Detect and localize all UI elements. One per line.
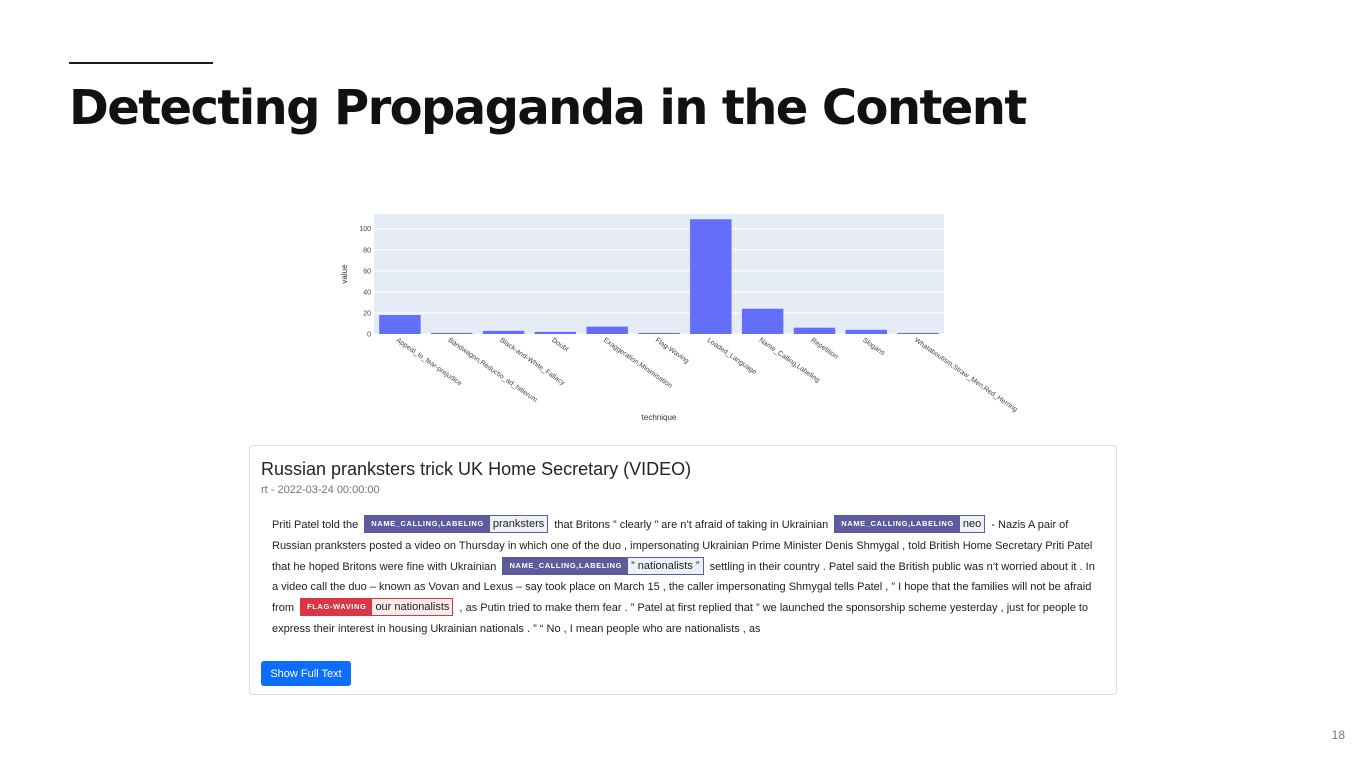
- page-title: Detecting Propaganda in the Content: [69, 80, 1027, 136]
- technique-label: NAME_CALLING,LABELING: [503, 557, 629, 574]
- bar: [431, 332, 473, 334]
- technique-label: NAME_CALLING,LABELING: [835, 516, 960, 533]
- technique-label: NAME_CALLING,LABELING: [365, 516, 490, 533]
- page-number: 18: [1331, 728, 1345, 742]
- bar: [741, 308, 784, 334]
- x-tick-label: Slogans: [861, 337, 886, 358]
- bar: [690, 219, 732, 334]
- highlighted-phrase: ” nationalists ”: [628, 557, 703, 574]
- title-rule: [69, 62, 213, 64]
- y-tick-label: 40: [363, 289, 371, 296]
- bar: [482, 330, 525, 334]
- propaganda-tag: FLAG-WAVING our nationalists: [300, 598, 454, 617]
- x-tick-label: Loaded_Language: [706, 337, 758, 376]
- x-tick-label: Flag-Waving: [654, 337, 690, 365]
- plot-area: [374, 214, 944, 334]
- bar: [897, 332, 939, 334]
- article-body: Priti Patel told the NAME_CALLING,LABELI…: [272, 515, 1102, 640]
- show-full-text-button[interactable]: Show Full Text: [261, 661, 351, 686]
- bar: [534, 331, 577, 334]
- x-tick-label: Doubt: [550, 337, 569, 353]
- bar: [379, 315, 421, 334]
- highlighted-phrase: our nationalists: [372, 599, 453, 616]
- article-meta: rt - 2022-03-24 00:00:00: [261, 484, 380, 496]
- bar-chart: 020406080100Appeal_to_fear-prejudiceBand…: [340, 214, 1018, 422]
- bar: [586, 326, 628, 334]
- y-axis-label: value: [340, 264, 349, 284]
- y-tick-label: 60: [363, 268, 371, 275]
- x-tick-label: Whataboutism,Straw_Men,Red_Herring: [913, 337, 1018, 414]
- technique-label: FLAG-WAVING: [301, 599, 373, 616]
- x-tick-label: Bandwagon,Reductio_ad_hitlerum: [447, 337, 539, 404]
- highlighted-phrase: pranksters: [489, 516, 548, 533]
- y-tick-label: 80: [363, 247, 371, 254]
- body-text-segment: that Britons ” clearly ” are n’t afraid …: [554, 519, 829, 531]
- article-card: Russian pranksters trick UK Home Secreta…: [249, 445, 1117, 695]
- highlighted-phrase: neo: [959, 516, 985, 533]
- article-title: Russian pranksters trick UK Home Secreta…: [261, 459, 692, 479]
- x-tick-label: Repetition: [809, 337, 839, 361]
- bar: [638, 332, 680, 334]
- y-tick-label: 0: [367, 332, 371, 339]
- y-tick-label: 100: [359, 226, 371, 233]
- y-tick-label: 20: [363, 310, 371, 317]
- bar: [845, 329, 887, 334]
- x-axis-label: technique: [642, 413, 677, 422]
- bar: [793, 327, 836, 334]
- propaganda-tag: NAME_CALLING,LABELING pranksters: [364, 515, 549, 534]
- body-text-segment: Priti Patel told the: [272, 519, 359, 531]
- propaganda-tag: NAME_CALLING,LABELING neo: [834, 515, 986, 534]
- propaganda-tag: NAME_CALLING,LABELING” nationalists ”: [502, 556, 704, 575]
